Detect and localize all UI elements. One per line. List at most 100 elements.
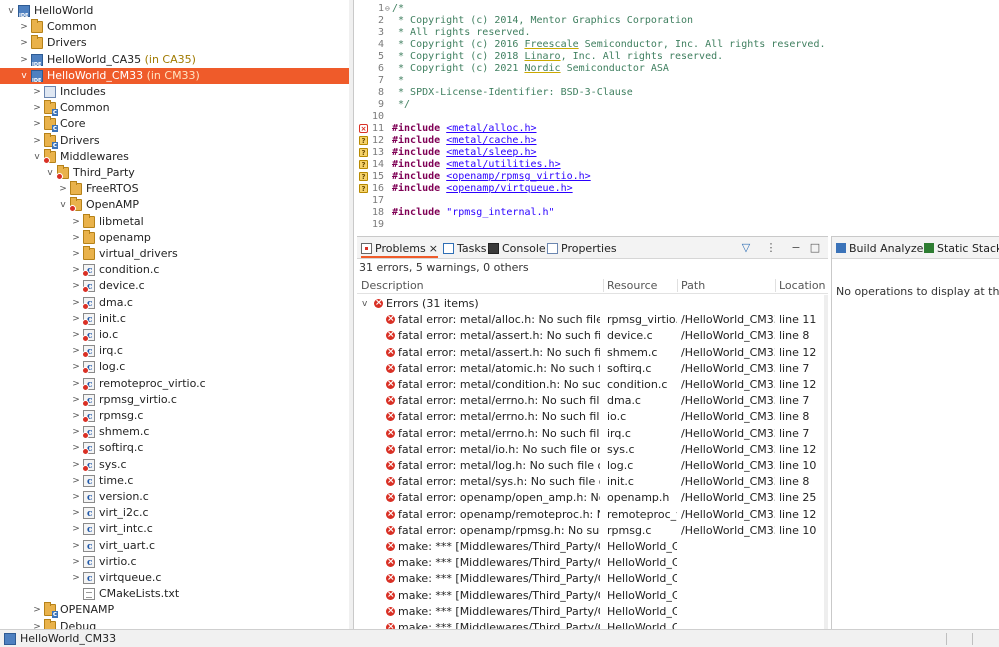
tree-item[interactable]: > virtqueue.c <box>0 570 353 587</box>
chevron-right-icon[interactable]: > <box>32 602 42 618</box>
tree-item[interactable]: > softirq.c <box>0 440 353 457</box>
chevron-right-icon[interactable]: > <box>32 100 42 116</box>
problem-row[interactable]: fatal error: metal/condition.h: No such … <box>357 377 828 393</box>
errors-group[interactable]: v Errors (31 items) <box>357 296 828 312</box>
chevron-down-icon[interactable]: v <box>19 68 29 84</box>
tree-item[interactable]: > remoteproc_virtio.c <box>0 376 353 393</box>
chevron-right-icon[interactable]: > <box>71 424 81 440</box>
tree-item[interactable]: > device.c <box>0 278 353 295</box>
tree-item[interactable]: v HelloWorld <box>0 3 353 24</box>
chevron-right-icon[interactable]: > <box>71 311 81 327</box>
problem-row[interactable]: fatal error: metal/assert.h: No such fil… <box>357 345 828 361</box>
chevron-right-icon[interactable]: > <box>32 84 42 100</box>
tab-properties[interactable]: Properties <box>547 240 617 258</box>
chevron-right-icon[interactable]: > <box>19 35 29 51</box>
tree-item[interactable]: > irq.c <box>0 343 353 360</box>
chevron-down-icon[interactable]: v <box>362 296 367 312</box>
tree-item[interactable]: > virtio.c <box>0 554 353 571</box>
column-divider[interactable] <box>775 279 776 292</box>
tree-item[interactable]: > Includes <box>0 84 353 100</box>
tree-item[interactable]: > time.c <box>0 473 353 490</box>
explorer-scrollbar[interactable] <box>349 0 353 629</box>
column-divider[interactable] <box>677 279 678 292</box>
tree-item[interactable]: > shmem.c <box>0 424 353 441</box>
problem-row[interactable]: make: *** [Middlewares/Third_Party/OpenA… <box>357 588 828 604</box>
tree-item[interactable]: > init.c <box>0 311 353 328</box>
problem-row[interactable]: fatal error: metal/sys.h: No such file o… <box>357 474 828 490</box>
tree-item[interactable]: > dma.c <box>0 295 353 312</box>
chevron-right-icon[interactable]: > <box>32 116 42 132</box>
tree-item[interactable]: v Middlewares <box>0 148 353 165</box>
chevron-down-icon[interactable]: v <box>58 197 68 213</box>
problems-scrollbar[interactable] <box>824 295 828 629</box>
chevron-right-icon[interactable]: > <box>19 52 29 68</box>
tree-item[interactable]: > OPENAMP <box>0 602 353 619</box>
chevron-right-icon[interactable]: > <box>71 230 81 246</box>
tree-item[interactable]: > virt_intc.c <box>0 521 353 538</box>
tree-item[interactable]: > Drivers <box>0 35 353 51</box>
tree-item[interactable]: > condition.c <box>0 262 353 279</box>
problem-row[interactable]: fatal error: metal/errno.h: No such file… <box>357 409 828 425</box>
problem-row[interactable]: make: *** [Middlewares/Third_Party/OpenA… <box>357 539 828 555</box>
tree-item[interactable]: > sys.c <box>0 457 353 474</box>
problem-row[interactable]: fatal error: metal/errno.h: No such file… <box>357 393 828 409</box>
tree-item[interactable]: > Debug <box>0 618 353 629</box>
tree-item[interactable]: > Common <box>0 100 353 117</box>
column-path[interactable]: Path <box>681 279 705 292</box>
chevron-right-icon[interactable]: > <box>71 538 81 554</box>
problem-row[interactable]: fatal error: metal/errno.h: No such file… <box>357 426 828 442</box>
tree-item[interactable]: > virt_uart.c <box>0 538 353 555</box>
view-menu-icon[interactable]: ⋮ <box>764 241 778 255</box>
chevron-down-icon[interactable]: v <box>6 3 16 19</box>
warning-marker-icon[interactable]: ? <box>359 160 368 169</box>
chevron-right-icon[interactable]: > <box>71 343 81 359</box>
problem-row[interactable]: fatal error: metal/atomic.h: No such fil… <box>357 361 828 377</box>
problem-row[interactable]: make: *** [Middlewares/Third_Party/OpenA… <box>357 571 828 587</box>
tab-console[interactable]: Console <box>488 240 546 258</box>
chevron-right-icon[interactable]: > <box>71 359 81 375</box>
column-divider[interactable] <box>603 279 604 292</box>
column-location[interactable]: Location <box>779 279 826 292</box>
chevron-right-icon[interactable]: > <box>19 19 29 35</box>
problem-row[interactable]: make: *** [Middlewares/Third_Party/OpenA… <box>357 604 828 620</box>
tree-item[interactable]: > Drivers <box>0 132 353 149</box>
tree-item[interactable]: > libmetal <box>0 213 353 230</box>
chevron-right-icon[interactable]: > <box>71 392 81 408</box>
tree-item[interactable]: CMakeLists.txt <box>0 586 353 602</box>
chevron-right-icon[interactable]: > <box>71 570 81 586</box>
tree-item[interactable]: > rpmsg_virtio.c <box>0 392 353 409</box>
tree-item[interactable]: > log.c <box>0 359 353 376</box>
tree-item[interactable]: v OpenAMP <box>0 197 353 213</box>
chevron-right-icon[interactable]: > <box>71 489 81 505</box>
problem-row[interactable]: fatal error: metal/io.h: No such file or… <box>357 442 828 458</box>
tree-item[interactable]: > Common <box>0 19 353 35</box>
tree-item[interactable]: v Third_Party <box>0 165 353 181</box>
tree-item[interactable]: > HelloWorld_CA35 (in CA35) <box>0 52 353 73</box>
warning-marker-icon[interactable]: ? <box>359 148 368 157</box>
close-icon[interactable]: × <box>429 242 438 255</box>
column-resource[interactable]: Resource <box>607 279 657 292</box>
problem-row[interactable]: fatal error: metal/assert.h: No such fil… <box>357 328 828 344</box>
tree-item[interactable]: > FreeRTOS <box>0 181 353 197</box>
problem-row[interactable]: fatal error: openamp/remoteproc.h: No su… <box>357 507 828 523</box>
problem-row[interactable]: fatal error: metal/alloc.h: No such file… <box>357 312 828 328</box>
tab-tasks[interactable]: Tasks <box>443 240 486 258</box>
tree-item[interactable]: > virtual_drivers <box>0 246 353 262</box>
chevron-right-icon[interactable]: > <box>71 327 81 343</box>
tab-build-analyzer[interactable]: Build Analyzer <box>836 241 928 257</box>
chevron-right-icon[interactable]: > <box>71 440 81 456</box>
tab-static-stack-analyzer[interactable]: Static Stack Analyzer <box>924 241 999 257</box>
tree-item[interactable]: > virt_i2c.c <box>0 505 353 522</box>
chevron-right-icon[interactable]: > <box>71 262 81 278</box>
warning-marker-icon[interactable]: ? <box>359 172 368 181</box>
chevron-down-icon[interactable]: v <box>45 165 55 181</box>
tree-item[interactable]: > io.c <box>0 327 353 344</box>
tab-problems[interactable]: Problems × <box>361 240 438 258</box>
chevron-right-icon[interactable]: > <box>71 554 81 570</box>
tree-item[interactable]: > openamp <box>0 229 353 246</box>
chevron-right-icon[interactable]: > <box>71 246 81 262</box>
chevron-right-icon[interactable]: > <box>32 619 42 629</box>
chevron-right-icon[interactable]: > <box>71 473 81 489</box>
chevron-right-icon[interactable]: > <box>71 278 81 294</box>
chevron-down-icon[interactable]: v <box>32 149 42 165</box>
